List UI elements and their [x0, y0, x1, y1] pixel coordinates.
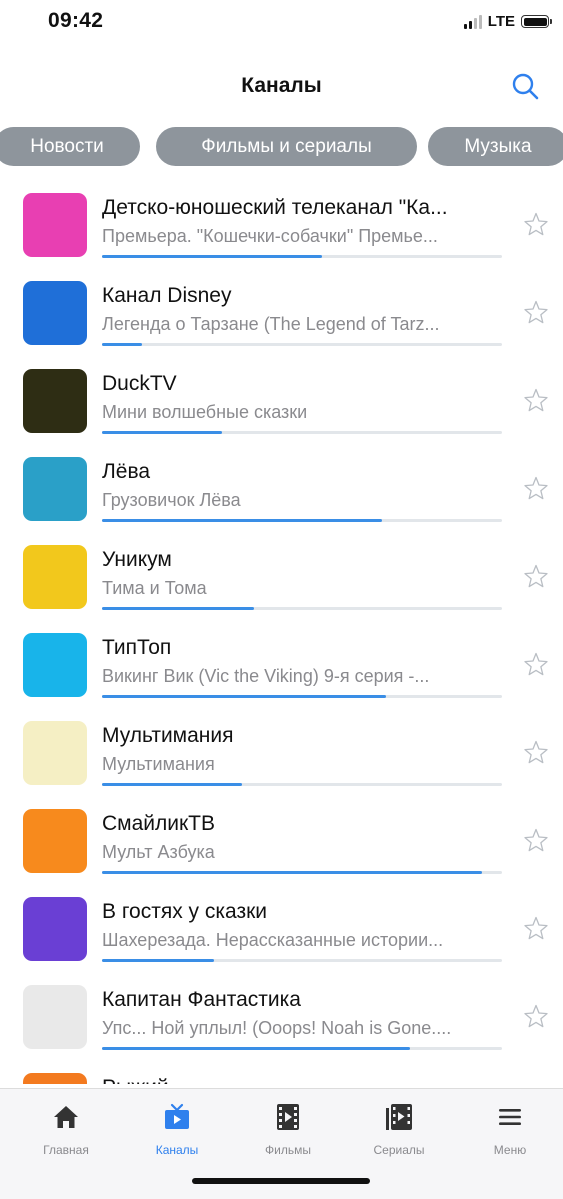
favorite-star-icon[interactable] — [523, 651, 549, 677]
tab-series[interactable]: Сериалы — [343, 1101, 455, 1157]
status-time: 09:42 — [48, 9, 104, 32]
nav-bar: Каналы — [0, 60, 563, 116]
channel-row[interactable]: Детско-юношеский телеканал "Ка... Премьер… — [0, 178, 563, 266]
channel-list: Детско-юношеский телеканал "Ка... Премьер… — [0, 178, 563, 1084]
channel-logo — [23, 545, 87, 609]
page-title: Каналы — [241, 74, 322, 97]
chip-movies-series[interactable]: Фильмы и сериалы — [156, 127, 417, 166]
program-progress — [102, 255, 502, 258]
program-title: Мульт Азбука — [102, 842, 215, 862]
favorite-star-icon[interactable] — [523, 211, 549, 237]
channel-name: Мультимания — [102, 724, 234, 747]
tab-menu[interactable]: Меню — [454, 1101, 563, 1157]
program-progress — [102, 1047, 502, 1050]
tab-label: Главная — [43, 1143, 89, 1157]
favorite-star-icon[interactable] — [523, 827, 549, 853]
program-title: Грузовичок Лёва — [102, 490, 241, 510]
channel-logo — [23, 809, 87, 873]
channel-name: Капитан Фантастика — [102, 988, 301, 1011]
channel-name: Рыжий — [102, 1076, 502, 1084]
channel-logo — [23, 721, 87, 785]
tab-label: Сериалы — [373, 1143, 425, 1157]
channel-name: Детско-юношеский телеканал "Ка... — [102, 196, 448, 219]
favorite-star-icon[interactable] — [523, 915, 549, 941]
program-title: Мультимания — [102, 754, 215, 774]
tab-home[interactable]: Главная — [10, 1101, 122, 1157]
channel-logo — [23, 281, 87, 345]
program-progress — [102, 871, 502, 874]
series-icon — [386, 1104, 412, 1130]
network-type: LTE — [487, 13, 515, 30]
channel-row[interactable]: Рыжий — [0, 1058, 563, 1084]
favorite-star-icon[interactable] — [523, 739, 549, 765]
program-title: Премьера. "Кошечки-собачки" Премье... — [102, 226, 438, 246]
search-button[interactable] — [509, 70, 543, 104]
tab-label: Меню — [493, 1143, 527, 1157]
channel-logo — [23, 193, 87, 257]
home-icon — [54, 1106, 78, 1128]
program-title: Шахерезада. Нерассказанные истории... — [102, 930, 444, 950]
channel-logo — [23, 633, 87, 697]
channel-logo — [23, 457, 87, 521]
channel-name: СмайликТВ — [102, 812, 216, 835]
channel-row[interactable]: DuckTV Мини волшебные сказки — [0, 354, 563, 442]
program-progress — [102, 519, 502, 522]
tab-channels[interactable]: Каналы — [121, 1101, 233, 1157]
tab-movies[interactable]: Фильмы — [232, 1101, 344, 1157]
channel-row[interactable]: Уникум Тима и Тома — [0, 530, 563, 618]
program-progress — [102, 343, 502, 346]
program-progress — [102, 431, 502, 434]
chip-music[interactable]: Музыка — [428, 127, 563, 166]
program-title: Легенда о Тарзане (The Legend of Tarz... — [102, 314, 440, 334]
program-progress — [102, 959, 502, 962]
favorite-star-icon[interactable] — [523, 299, 549, 325]
channel-logo — [23, 985, 87, 1049]
channel-row[interactable]: ТипТоп Викинг Вик (Vic the Viking) 9-я се… — [0, 618, 563, 706]
channel-row[interactable]: Капитан Фантастика Упс... Ной уплыл! (Ooo… — [0, 970, 563, 1058]
channel-row[interactable]: СмайликТВ Мульт Азбука — [0, 794, 563, 882]
channel-logo — [23, 369, 87, 433]
channel-name: В гостях у сказки — [102, 900, 268, 923]
program-title: Викинг Вик (Vic the Viking) 9-я серия -.… — [102, 666, 430, 686]
program-title: Упс... Ной уплыл! (Ooops! Noah is Gone..… — [102, 1018, 452, 1038]
status-bar: 09:42 LTE — [0, 0, 563, 44]
tab-label: Каналы — [155, 1143, 199, 1157]
battery-icon — [521, 15, 552, 28]
channel-name: Лёва — [102, 460, 151, 483]
channel-row[interactable]: Лёва Грузовичок Лёва — [0, 442, 563, 530]
home-indicator — [192, 1178, 370, 1184]
program-progress — [102, 783, 502, 786]
signal-icon — [463, 14, 482, 29]
channel-logo — [23, 1073, 87, 1084]
search-icon — [512, 73, 539, 100]
channel-logo — [23, 897, 87, 961]
channel-name: DuckTV — [102, 372, 177, 395]
channel-row[interactable]: Мультимания Мультимания — [0, 706, 563, 794]
menu-icon — [499, 1109, 521, 1125]
channel-name: ТипТоп — [102, 636, 172, 659]
category-chips: Новости Фильмы и сериалы Музыка — [0, 127, 563, 167]
channel-name: Канал Disney — [102, 284, 232, 307]
program-progress — [102, 695, 502, 698]
channel-row[interactable]: Канал Disney Легенда о Тарзане (The Legen… — [0, 266, 563, 354]
tv-icon — [165, 1103, 189, 1129]
tab-label: Фильмы — [265, 1143, 311, 1157]
chip-news[interactable]: Новости — [0, 127, 140, 166]
favorite-star-icon[interactable] — [523, 563, 549, 589]
favorite-star-icon[interactable] — [523, 1003, 549, 1029]
channel-name: Уникум — [102, 548, 172, 571]
favorite-star-icon[interactable] — [523, 475, 549, 501]
program-title: Мини волшебные сказки — [102, 402, 308, 422]
status-indicators: LTE — [463, 13, 552, 30]
film-icon — [277, 1104, 299, 1130]
favorite-star-icon[interactable] — [523, 387, 549, 413]
program-title: Тима и Тома — [102, 578, 207, 598]
channel-row[interactable]: В гостях у сказки Шахерезада. Нерассказан… — [0, 882, 563, 970]
program-progress — [102, 607, 502, 610]
